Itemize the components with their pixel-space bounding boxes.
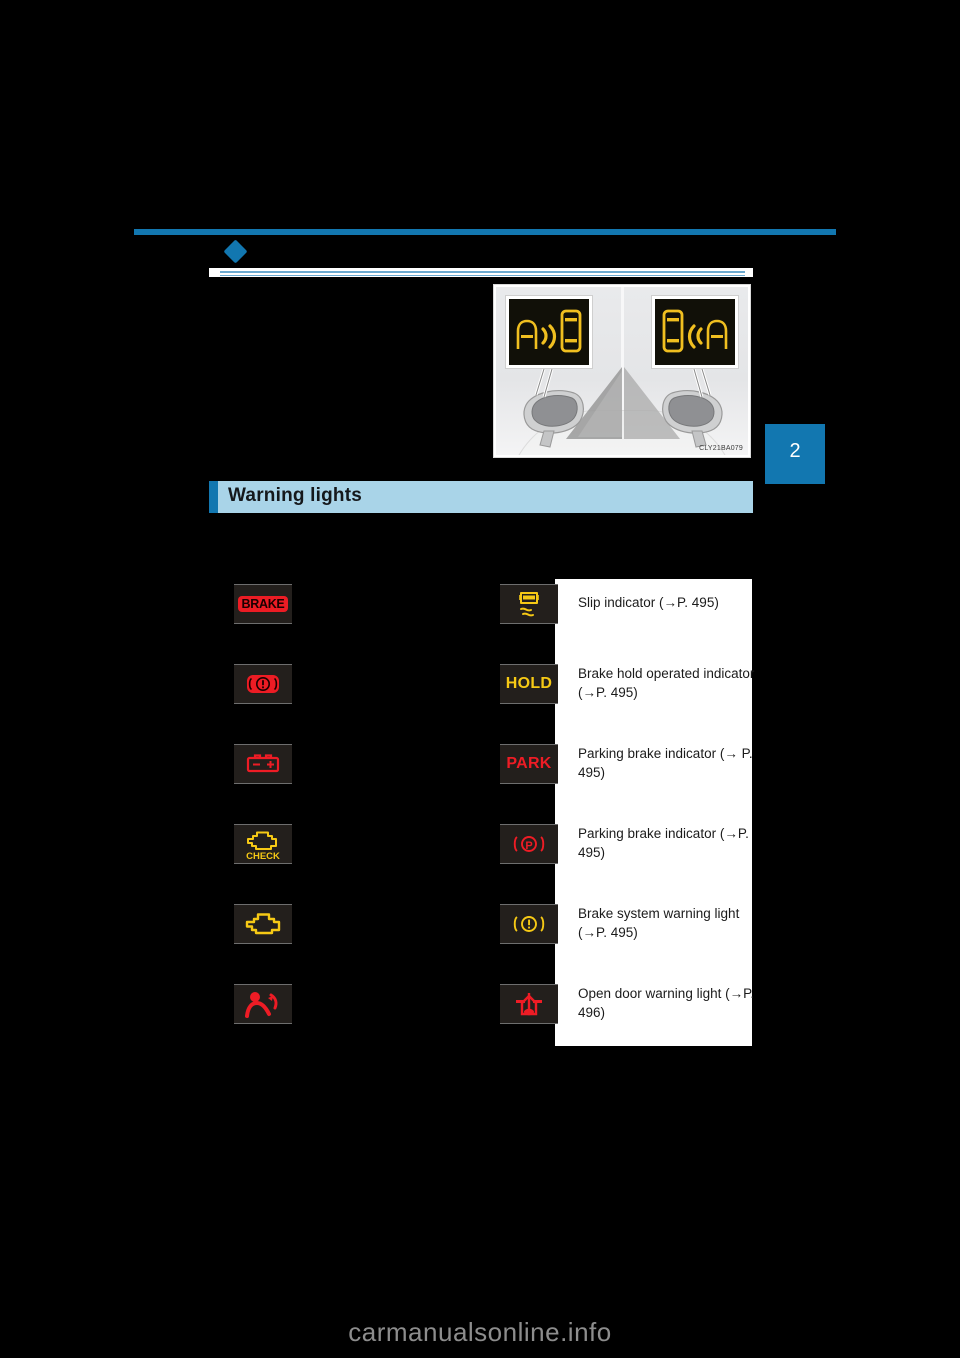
parking-brake-indicator-p-icon: P bbox=[500, 824, 558, 864]
engine-check-warning-icon: CHECK bbox=[234, 824, 292, 864]
warning-lights-right-column: Slip indicator (→P. 495) HOLD Brake hold… bbox=[498, 579, 755, 1046]
table-row bbox=[209, 979, 464, 1059]
warning-light-label: Parking brake indicator (→P. 495) bbox=[578, 826, 749, 860]
parking-brake-indicator-park-icon: PARK bbox=[500, 744, 558, 784]
diamond-bullet-icon bbox=[223, 239, 248, 264]
open-door-warning-icon bbox=[500, 984, 558, 1024]
warning-light-label: Open door warning light (→P. 496) bbox=[578, 986, 755, 1020]
table-row: Open door warning light (→P. 496) bbox=[498, 979, 755, 1059]
top-rule bbox=[134, 229, 836, 235]
brake-system-warning-light-icon bbox=[500, 904, 558, 944]
table-row: PARK Parking brake indicator (→ P. 495) bbox=[498, 739, 753, 819]
brake-hold-indicator-icon: HOLD bbox=[500, 664, 558, 704]
figure-code: CLY21BA079 bbox=[699, 445, 743, 452]
chapter-tab: 2 bbox=[765, 424, 825, 484]
section-header: Warning lights bbox=[209, 481, 753, 513]
site-watermark: carmanualsonline.info bbox=[348, 1317, 612, 1347]
brake-system-warning-icon bbox=[234, 664, 292, 704]
mirror-indicator-figure: CLY21BA079 bbox=[493, 284, 751, 458]
warning-light-label: Brake system warning light (→P. 495) bbox=[578, 906, 740, 940]
table-row: P Parking brake indicator (→P. 495) bbox=[498, 819, 753, 899]
charging-system-warning-icon bbox=[234, 744, 292, 784]
svg-text:CHECK: CHECK bbox=[246, 851, 280, 861]
table-row bbox=[209, 899, 464, 979]
warning-lights-table: BRAKE CHECK Slip indicator (→P. 495) HOL… bbox=[209, 579, 755, 1046]
page-title: Warning lights bbox=[228, 485, 363, 506]
left-mirror-indicator-popup bbox=[505, 295, 593, 369]
warning-light-label: Slip indicator (→P. 495) bbox=[578, 595, 719, 610]
svg-text:P: P bbox=[525, 840, 532, 852]
brake-warning-text-icon: BRAKE bbox=[234, 584, 292, 624]
table-row: CHECK bbox=[209, 819, 464, 899]
srs-airbag-warning-icon bbox=[234, 984, 292, 1024]
table-row: BRAKE bbox=[209, 579, 464, 659]
chapter-tab-number: 2 bbox=[789, 440, 801, 462]
table-row: Slip indicator (→P. 495) bbox=[498, 579, 753, 659]
warning-light-label: Brake hold operated indicator (→P. 495) bbox=[578, 666, 755, 700]
section-divider bbox=[209, 268, 753, 277]
malfunction-indicator-lamp-icon bbox=[234, 904, 292, 944]
section-accent-bar bbox=[209, 481, 218, 513]
table-row bbox=[209, 739, 464, 819]
warning-lights-left-column: BRAKE CHECK bbox=[209, 579, 464, 1046]
manual-page: CLY21BA079 2 Warning lights BRAKE CHECK … bbox=[0, 0, 960, 1358]
slip-indicator-icon bbox=[500, 584, 558, 624]
table-row: HOLD Brake hold operated indicator (→P. … bbox=[498, 659, 755, 739]
table-row: Brake system warning light (→P. 495) bbox=[498, 899, 753, 979]
table-row bbox=[209, 659, 464, 739]
warning-light-label: Parking brake indicator (→ P. 495) bbox=[578, 746, 753, 780]
right-mirror-indicator-popup bbox=[651, 295, 739, 369]
